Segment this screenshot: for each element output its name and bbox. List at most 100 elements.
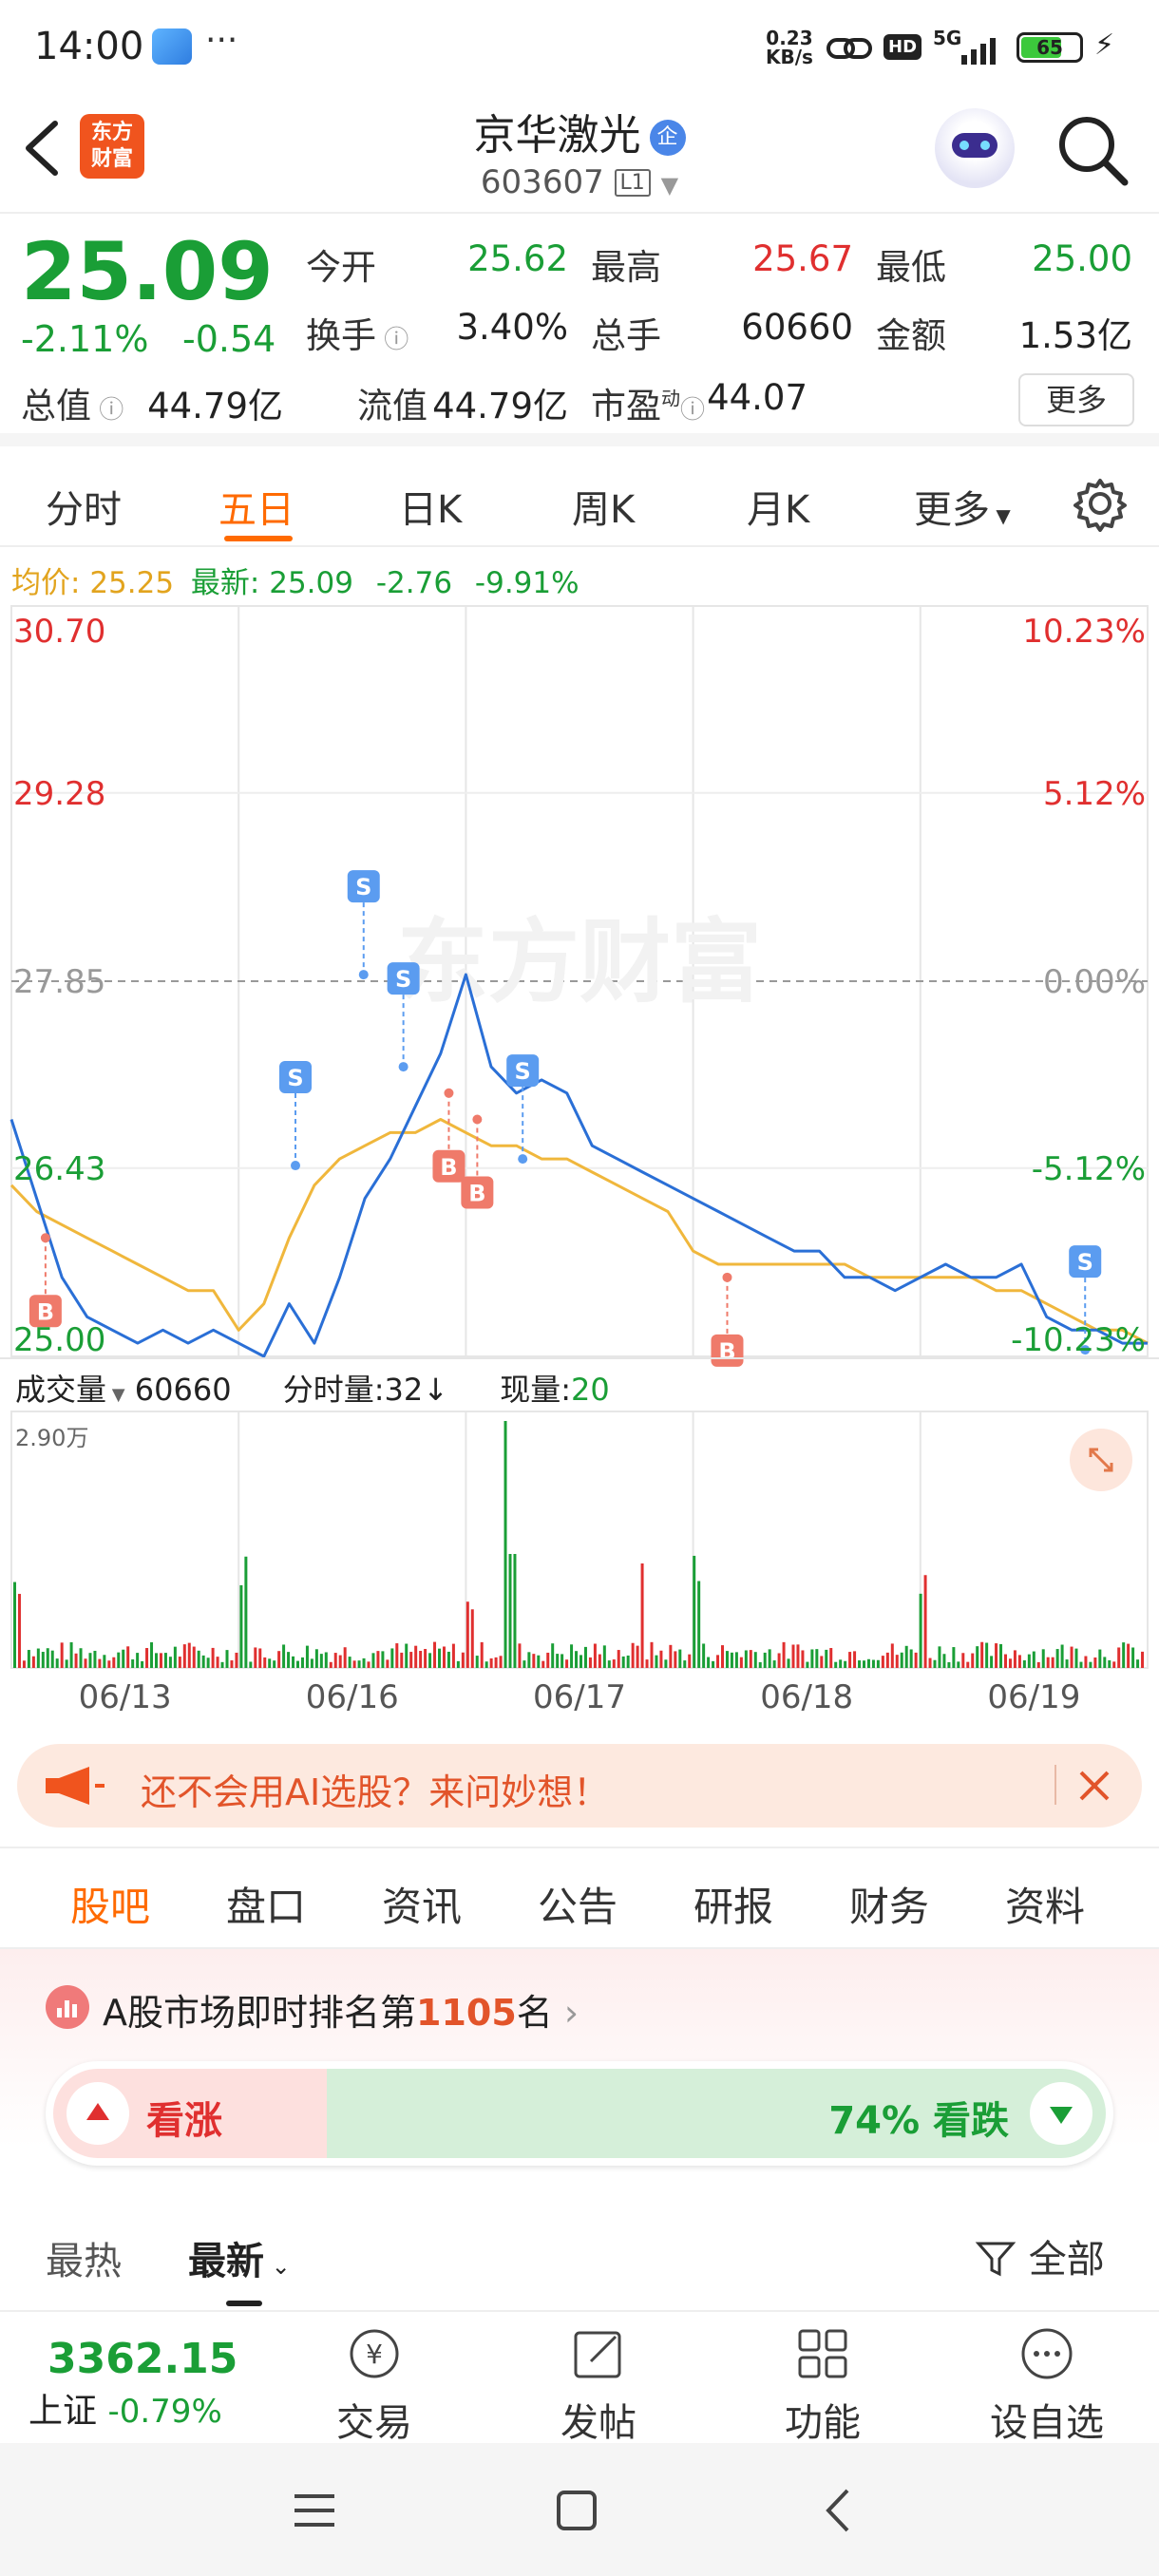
- volume-bar: [966, 1661, 970, 1668]
- volume-bar: [796, 1644, 800, 1668]
- volume-bar: [50, 1650, 54, 1668]
- status-time: 14:00: [34, 25, 144, 68]
- tab-more-periods[interactable]: 更多 ▼: [914, 479, 1011, 534]
- tab-five-day[interactable]: 五日: [218, 479, 294, 534]
- chevron-right-icon: ›: [552, 1992, 580, 2034]
- volume-bar: [36, 1648, 40, 1668]
- tab-intraday[interactable]: 分时: [46, 479, 122, 534]
- bull-arrow-icon[interactable]: [66, 2082, 129, 2145]
- volume-bar: [961, 1653, 965, 1668]
- nav-trade[interactable]: ¥ 交易: [308, 2325, 441, 2447]
- volume-bar: [839, 1659, 843, 1668]
- search-icon[interactable]: [1054, 112, 1130, 188]
- turnover-info-icon[interactable]: ⓘ: [376, 326, 408, 354]
- hd-icon: HD: [884, 34, 922, 60]
- y-pct-label: -10.23%: [1011, 1321, 1146, 1359]
- nav-functions[interactable]: 功能: [756, 2325, 889, 2447]
- nav-add-watchlist[interactable]: 设自选: [980, 2325, 1113, 2447]
- volume-bar: [88, 1653, 92, 1668]
- volume-bar: [300, 1657, 304, 1668]
- tab-daily-k[interactable]: 日K: [399, 479, 462, 534]
- y-pct-label: 5.12%: [1043, 775, 1146, 813]
- mktcap-info-icon[interactable]: ⓘ: [91, 396, 124, 425]
- menu-icon[interactable]: [291, 2491, 338, 2530]
- more-quote-button[interactable]: 更多: [1018, 373, 1134, 426]
- tab-guba[interactable]: 股吧: [70, 1875, 150, 1933]
- net-speed-unit: KB/s: [766, 46, 813, 68]
- close-icon[interactable]: [1075, 1767, 1113, 1805]
- tab-finance[interactable]: 财务: [849, 1875, 929, 1933]
- volume-bar: [806, 1661, 809, 1668]
- feed-tab-latest[interactable]: 最新 ⌄: [188, 2230, 291, 2285]
- volume-bar: [655, 1655, 658, 1668]
- tab-weekly-k[interactable]: 周K: [572, 479, 635, 534]
- edit-post-icon: [574, 2331, 621, 2378]
- volume-total: 60660: [134, 1372, 232, 1408]
- volume-bar: [310, 1658, 314, 1668]
- amount-value: 1.53亿: [1018, 315, 1132, 356]
- volume-bar: [631, 1642, 635, 1668]
- volume-bar: [674, 1651, 677, 1668]
- weather-app-icon: [152, 28, 192, 65]
- feed-tab-hot[interactable]: 最热: [46, 2230, 122, 2285]
- tab-pankou[interactable]: 盘口: [226, 1875, 306, 1933]
- volume-bar: [947, 1661, 951, 1668]
- volume-bar: [504, 1421, 507, 1668]
- volume-bar: [173, 1646, 177, 1668]
- signal-label: S: [355, 874, 371, 900]
- volume-bar: [876, 1659, 880, 1668]
- index-ticker[interactable]: 3362.15 上证 -0.79%: [28, 2335, 238, 2433]
- y-tick-label: 26.43: [13, 1150, 105, 1188]
- tab-announcements[interactable]: 公告: [538, 1875, 618, 1933]
- net-speed: 0.23 KB/s: [766, 28, 813, 66]
- volume-bar: [985, 1642, 989, 1668]
- expand-chart-icon[interactable]: [1070, 1429, 1132, 1491]
- feed-filter[interactable]: 全部: [975, 2228, 1105, 2283]
- robot-assistant-icon[interactable]: [935, 108, 1015, 188]
- volume-bar: [1004, 1654, 1007, 1668]
- volume-bar: [329, 1661, 332, 1668]
- nav-post[interactable]: 发帖: [532, 2325, 665, 2447]
- ai-promo-banner[interactable]: 还不会用AI选股？来问妙想！: [17, 1744, 1142, 1828]
- volume-bar: [41, 1652, 45, 1668]
- pe-label: 市盈动ⓘ: [591, 377, 705, 428]
- volume-bar: [546, 1652, 550, 1668]
- volume-dropdown-icon[interactable]: ▼: [106, 1385, 125, 1405]
- volume-bar: [801, 1650, 805, 1668]
- active-tab-indicator: [224, 536, 293, 541]
- volume-bar: [575, 1651, 579, 1668]
- back-icon[interactable]: [819, 2487, 857, 2534]
- volume-bar: [933, 1659, 937, 1668]
- volume-bar: [414, 1645, 418, 1668]
- volume-bar: [626, 1655, 630, 1668]
- settings-gear-icon[interactable]: [1072, 475, 1129, 532]
- volume-bar: [1046, 1657, 1050, 1668]
- tab-profile[interactable]: 资料: [1005, 1875, 1085, 1933]
- home-icon[interactable]: [555, 2489, 598, 2532]
- tab-research[interactable]: 研报: [694, 1875, 773, 1933]
- five-day-chart[interactable]: 东方财富 BSSSBBSBS 30.70 10.23%29.28 5.12%27.8…: [0, 547, 1159, 1730]
- volume-bar: [93, 1650, 97, 1668]
- volume-bar: [522, 1660, 526, 1668]
- volume-bar: [825, 1649, 828, 1668]
- tab-news[interactable]: 资讯: [382, 1875, 462, 1933]
- tab-monthly-k[interactable]: 月K: [747, 479, 809, 534]
- rank-prefix: A股市场即时排名第: [103, 1992, 416, 2034]
- volume-label[interactable]: 成交量: [15, 1372, 106, 1408]
- signal-point: [518, 1154, 528, 1165]
- volume-bar: [617, 1650, 620, 1668]
- volume-bar: [150, 1641, 154, 1668]
- rank-line[interactable]: A股市场即时排名第1105名 ›: [103, 1983, 579, 2036]
- volume-bar: [976, 1646, 979, 1668]
- bear-arrow-icon[interactable]: [1030, 2082, 1092, 2145]
- tab-more-label: 更多: [914, 488, 990, 532]
- nav-post-label: 发帖: [560, 2401, 636, 2445]
- open-value: 25.62: [467, 238, 568, 279]
- volume-bar: [367, 1661, 370, 1668]
- volume-bar: [480, 1641, 484, 1668]
- volume-bar: [333, 1653, 337, 1668]
- volume-bar: [400, 1652, 404, 1668]
- volume-bar: [753, 1652, 757, 1668]
- y-pct-label: -5.12%: [1032, 1150, 1146, 1188]
- high-label: 最高: [591, 247, 661, 288]
